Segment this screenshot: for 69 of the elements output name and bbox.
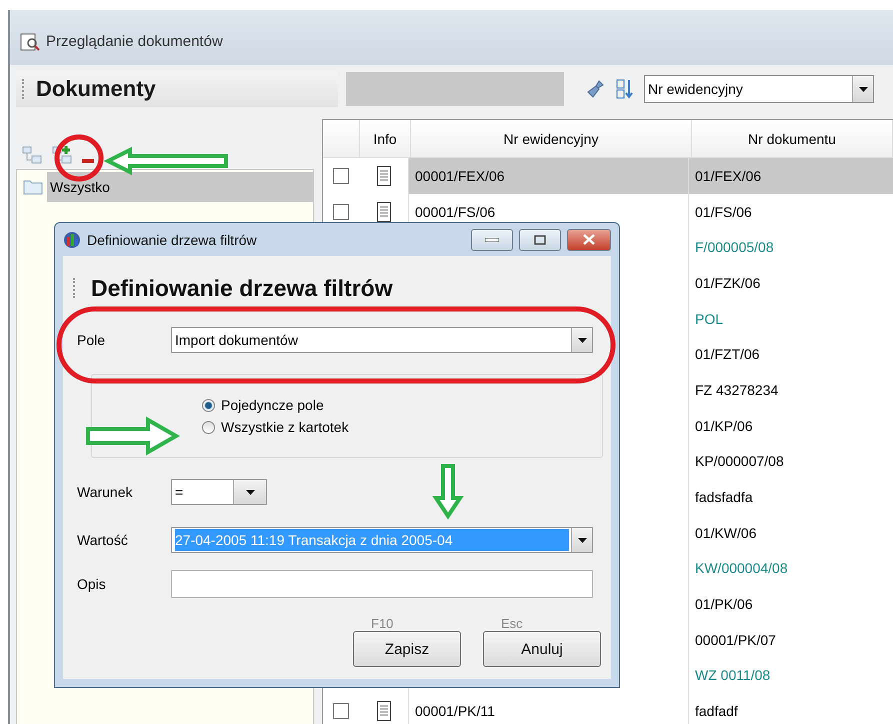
window-title: Przeglądanie dokumentów: [46, 33, 223, 50]
pin-icon[interactable]: [586, 80, 604, 98]
column-header[interactable]: Nr dokumentu: [692, 120, 893, 157]
table-cell: 01/FZT/06: [695, 346, 760, 362]
table-cell: 01/KW/06: [695, 524, 756, 541]
row-checkbox[interactable]: [333, 703, 349, 720]
tree-item[interactable]: Wszystko: [47, 172, 313, 202]
caret-icon: [578, 338, 586, 342]
close-button[interactable]: [567, 228, 611, 250]
table-cell: 00001/PK/11: [415, 703, 495, 720]
table-cell: KP/000007/08: [695, 453, 784, 470]
annotation-circle: [54, 134, 104, 182]
table-cell: FZ 43278234: [695, 382, 778, 398]
field-label: Pole: [76, 332, 106, 348]
sort-field-dropdown[interactable]: Nr ewidencyjny: [644, 75, 874, 103]
dialog-heading: Definiowanie drzewa filtrów: [91, 274, 393, 302]
search-field[interactable]: [346, 72, 564, 106]
table-cell: 00001/PK/07: [695, 632, 776, 648]
table-cell: WZ 0011/08: [695, 667, 770, 684]
minimize-button[interactable]: [471, 228, 513, 250]
field-label: Opis: [76, 576, 107, 592]
table-cell: F/000005/08: [695, 239, 774, 256]
table-cell: POL: [695, 310, 724, 327]
document-icon: [376, 202, 390, 222]
field-dropdown[interactable]: Import dokumentów: [171, 327, 593, 353]
radio-option[interactable]: Pojedyncze pole: [202, 397, 602, 413]
table-cell: 01/PK/06: [695, 596, 753, 612]
table-cell: fadsfadfa: [695, 489, 753, 506]
caret-icon: [246, 490, 254, 494]
radio-option[interactable]: Wszystkie z kartotek: [202, 419, 602, 435]
document-icon: [376, 166, 390, 186]
condition-dropdown[interactable]: =: [171, 479, 267, 505]
table-cell: 01/FEX/06: [695, 168, 762, 184]
document-icon: [376, 701, 390, 722]
minimize-icon: [485, 238, 499, 242]
chart-app-icon: [63, 230, 81, 248]
shortcut-hint: F10: [370, 616, 394, 631]
table-cell: KW/000004/08: [695, 560, 788, 576]
table-cell: 01/FZK/06: [695, 274, 760, 291]
caret-icon: [858, 86, 868, 92]
panel-title: Dokumenty: [36, 76, 156, 102]
annotation-arrow: [432, 464, 464, 520]
description-field[interactable]: [171, 570, 593, 598]
radio-button[interactable]: [202, 420, 215, 434]
sort-icon[interactable]: [616, 79, 634, 99]
table-cell: 00001/FS/06: [415, 204, 496, 220]
radio-button[interactable]: [202, 398, 215, 412]
magnifier-document-icon: [20, 32, 40, 52]
table-cell: 01/KP/06: [695, 418, 753, 434]
dialog-button[interactable]: Zapisz: [353, 631, 461, 667]
minus-icon[interactable]: [82, 157, 94, 165]
field-label: Warunek: [76, 484, 134, 500]
caret-icon: [578, 538, 586, 542]
column-header[interactable]: Info: [360, 120, 411, 157]
table-cell: fadfadf: [695, 703, 738, 720]
tree-add-icon[interactable]: [52, 145, 74, 165]
dialog-title: Definiowanie drzewa filtrów: [87, 232, 258, 248]
folder-icon: [23, 179, 43, 195]
column-header[interactable]: Nr ewidencyjny: [411, 120, 692, 157]
row-checkbox[interactable]: [333, 168, 349, 184]
field-label: Wartość: [76, 532, 129, 548]
shortcut-hint: Esc: [500, 616, 523, 631]
maximize-icon: [534, 234, 546, 244]
table-cell: 01/FS/06: [695, 204, 752, 220]
close-icon: [583, 234, 595, 245]
dialog-button[interactable]: Anuluj: [483, 631, 601, 667]
row-checkbox[interactable]: [333, 204, 349, 220]
maximize-button[interactable]: [519, 228, 561, 250]
table-cell: 00001/FEX/06: [415, 168, 505, 184]
